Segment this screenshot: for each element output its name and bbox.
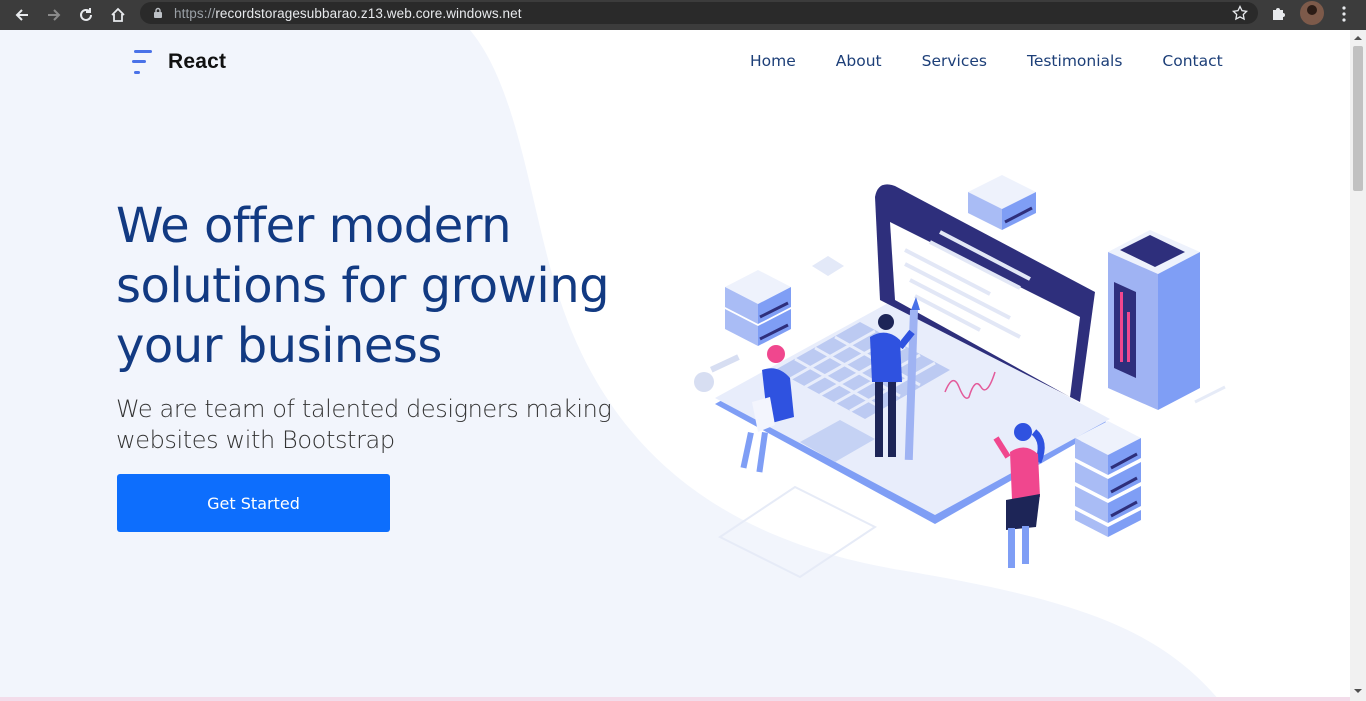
- reload-icon: [80, 8, 92, 21]
- forward-arrow-icon: [48, 9, 61, 21]
- forward-button[interactable]: [38, 0, 70, 30]
- browser-toolbar: https://recordstoragesubbarao.z13.web.co…: [0, 0, 1366, 30]
- extensions-puzzle-icon[interactable]: [1270, 4, 1288, 22]
- get-started-button[interactable]: Get Started: [117, 474, 390, 532]
- brand-logo[interactable]: React: [132, 48, 226, 76]
- nav-testimonials[interactable]: Testimonials: [1027, 52, 1122, 70]
- main-nav: Home About Services Testimonials Contact: [750, 52, 1263, 70]
- hero-illustration: [694, 175, 1226, 579]
- back-button[interactable]: [6, 0, 38, 30]
- browser-menu-icon[interactable]: [1336, 4, 1352, 24]
- url-protocol: https://: [174, 5, 216, 21]
- hero-title: We offer modern solutions for growing yo…: [116, 198, 610, 374]
- lock-icon: [154, 7, 162, 18]
- home-button[interactable]: [102, 0, 134, 30]
- brand-menu-icon: [132, 50, 152, 74]
- brand-name: React: [168, 50, 227, 73]
- page-viewport: React Home About Services Testimonials C…: [0, 30, 1350, 701]
- scrollbar-thumb[interactable]: [1353, 46, 1363, 191]
- url-host: recordstoragesubbarao.z13.web.core.windo…: [215, 5, 522, 21]
- nav-contact[interactable]: Contact: [1162, 52, 1222, 70]
- address-bar[interactable]: https://recordstoragesubbarao.z13.web.co…: [140, 2, 1258, 24]
- scroll-up-arrow-icon[interactable]: [1354, 34, 1362, 42]
- reload-button[interactable]: [70, 0, 102, 30]
- hero-subtitle: We are team of talented designers making…: [116, 395, 612, 454]
- home-icon: [111, 7, 125, 22]
- url-text: https://recordstoragesubbarao.z13.web.co…: [174, 6, 522, 21]
- bookmark-star-icon[interactable]: [1232, 5, 1248, 21]
- next-section-edge: [0, 697, 1350, 701]
- nav-home[interactable]: Home: [750, 52, 796, 70]
- scroll-down-arrow-icon[interactable]: [1354, 687, 1362, 695]
- site-header: React Home About Services Testimonials C…: [0, 30, 1350, 94]
- page-scrollbar[interactable]: [1350, 30, 1366, 701]
- profile-avatar[interactable]: [1300, 1, 1324, 25]
- nav-about[interactable]: About: [836, 52, 882, 70]
- back-arrow-icon: [15, 9, 28, 21]
- nav-services[interactable]: Services: [922, 52, 987, 70]
